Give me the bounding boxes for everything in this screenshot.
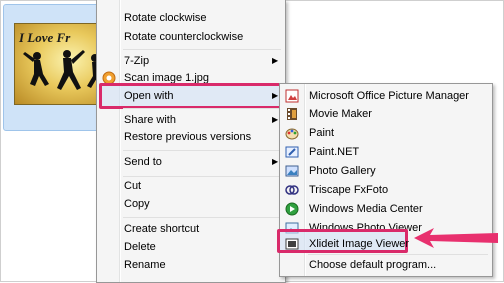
submenu-arrow-icon: ▶: [272, 157, 279, 166]
menu-item-open-with[interactable]: Open with: [124, 86, 174, 106]
photo-gallery-icon: [285, 164, 299, 178]
menu-item-rename[interactable]: Rename: [124, 255, 166, 275]
open-with-paint[interactable]: Paint: [309, 123, 334, 143]
paint-icon: [285, 126, 299, 140]
menu-separator: [123, 217, 281, 218]
movie-maker-icon: [285, 107, 299, 121]
menu-gutter: [119, 0, 121, 282]
open-with-fxfoto[interactable]: Triscape FxFoto: [309, 180, 388, 200]
menu-item-restore-previous-versions[interactable]: Restore previous versions: [124, 127, 251, 147]
menu-item-copy[interactable]: Copy: [124, 194, 150, 214]
menu-item-create-shortcut[interactable]: Create shortcut: [124, 219, 199, 239]
media-center-icon: [285, 202, 299, 216]
open-with-xlideit[interactable]: Xlideit Image Viewer: [309, 234, 409, 254]
open-with-picture-manager[interactable]: Microsoft Office Picture Manager: [309, 86, 469, 106]
menu-separator: [123, 108, 281, 109]
annotation-arrow-icon: [412, 226, 500, 253]
context-menu: Rotate clockwise Rotate counterclockwise…: [96, 0, 286, 283]
submenu-arrow-icon: ▶: [272, 56, 279, 65]
menu-separator: [123, 49, 281, 50]
menu-item-send-to[interactable]: Send to: [124, 152, 162, 172]
picture-manager-icon: [285, 89, 299, 103]
open-with-movie-maker[interactable]: Movie Maker: [309, 104, 372, 124]
open-with-photo-gallery[interactable]: Photo Gallery: [309, 161, 376, 181]
paint-net-icon: [285, 145, 299, 159]
submenu-arrow-icon: ▶: [272, 91, 279, 100]
menu-item-rotate-clockwise[interactable]: Rotate clockwise: [124, 8, 207, 28]
fxfoto-icon: [285, 183, 299, 197]
menu-separator: [123, 150, 281, 151]
open-with-media-center[interactable]: Windows Media Center: [309, 199, 423, 219]
menu-separator: [123, 176, 281, 177]
submenu-arrow-icon: ▶: [272, 115, 279, 124]
menu-item-delete[interactable]: Delete: [124, 237, 156, 257]
menu-item-cut[interactable]: Cut: [124, 176, 141, 196]
menu-item-rotate-counterclockwise[interactable]: Rotate counterclockwise: [124, 27, 243, 47]
xlideit-icon: [285, 237, 299, 251]
open-with-paint-net[interactable]: Paint.NET: [309, 142, 359, 162]
open-with-choose-default[interactable]: Choose default program...: [309, 255, 436, 275]
